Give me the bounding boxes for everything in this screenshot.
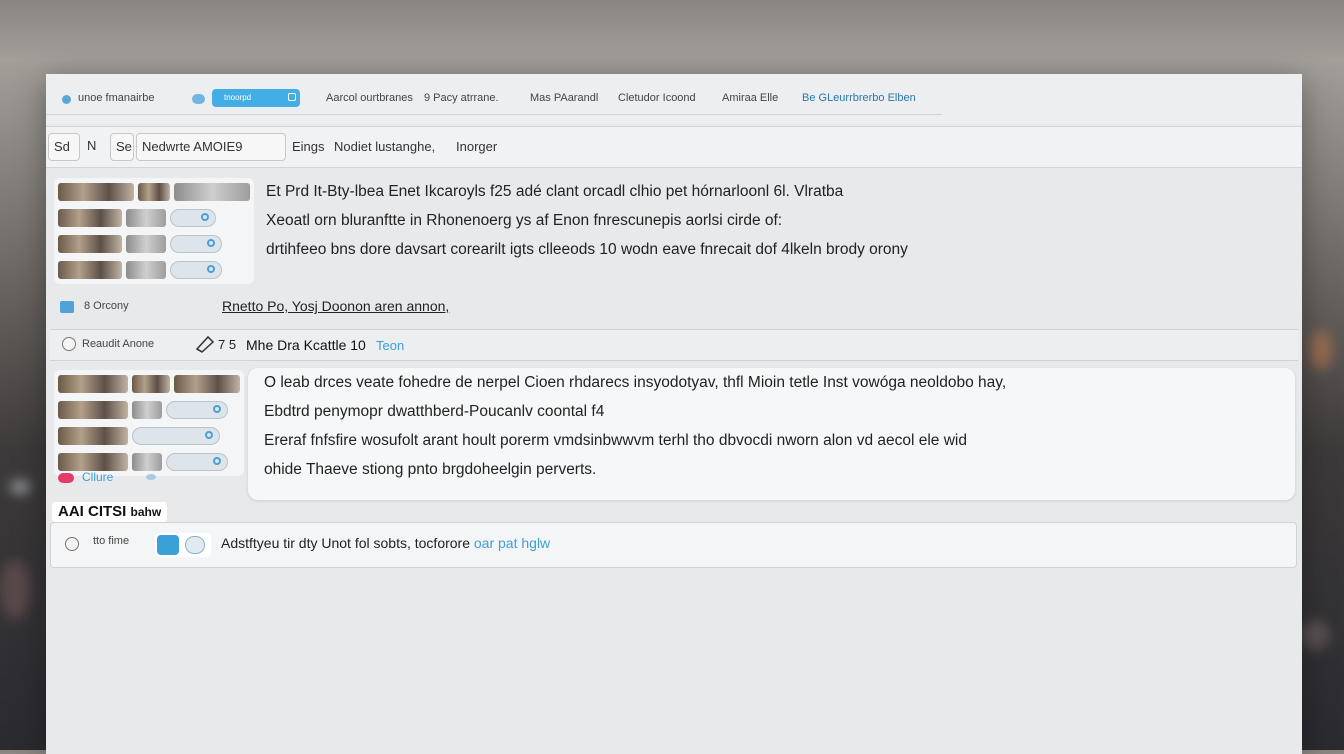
chat-icon[interactable]	[192, 94, 205, 104]
toolbar: Sd N Se Nedwrte AMOIE9 Eings Nodiet lust…	[46, 126, 1302, 168]
search-pill-label: tnoorpd	[224, 93, 252, 102]
option-chip[interactable]	[170, 261, 222, 279]
thumbnail[interactable]	[58, 401, 128, 419]
section-bar-link[interactable]: Teon	[376, 338, 404, 353]
toolbar-item-3[interactable]: Inorger	[456, 139, 497, 154]
app-status-icon	[62, 95, 71, 104]
section-bar-label: Reaudit Anone	[82, 338, 155, 350]
tab-4[interactable]: Cletudor Icoond	[618, 92, 696, 104]
section-1-label: 8 Orcony	[84, 300, 129, 312]
settings-icon[interactable]	[185, 536, 205, 554]
search-pill[interactable]: tnoorpd	[212, 89, 300, 107]
ai-panel-title: AAI CITSI	[58, 503, 127, 520]
message-body-1: Et Prd It-Bty-lbea Enet Ikcaroyls f25 ad…	[266, 177, 908, 264]
message-line: drtihfeeo bns dore davsart corearilt igt…	[266, 241, 908, 258]
thumbnail[interactable]	[132, 375, 170, 393]
toolbar-button-2[interactable]: N	[82, 133, 106, 161]
thumbnail[interactable]	[132, 453, 162, 471]
tab-3[interactable]: Mas PAarandl	[530, 92, 598, 104]
ai-panel-label: AAI CITSI bahw	[52, 502, 168, 522]
tab-2[interactable]: 9 Pacy atrrane.	[424, 92, 499, 104]
thumbnail-grid-1	[54, 178, 254, 284]
dropdown-icon[interactable]	[288, 93, 296, 101]
tab-6[interactable]: Be GLeurrbrerbo Elben	[802, 92, 916, 104]
thumbnail[interactable]	[174, 375, 240, 393]
app-label: unoe fmanairbe	[78, 92, 155, 104]
folder-icon	[60, 301, 74, 313]
thumbnail[interactable]	[58, 453, 128, 471]
app-window: unoe fmanairbe tnoorpd Aarcol ourtbranes…	[46, 74, 1302, 754]
thumbnail[interactable]	[126, 235, 166, 253]
ai-input-text[interactable]: Adstftyeu tir dty Unot fol sobts, tocfor…	[221, 535, 550, 551]
thumbnail[interactable]	[58, 209, 122, 227]
document-title-field[interactable]: Nedwrte AMOIE9	[136, 133, 286, 161]
section-bar-title: Mhe Dra Kcattle 10	[246, 337, 366, 353]
message-line: Xeoatl orn bluranftte in Rhonenoerg ys a…	[266, 212, 783, 229]
thumbnail[interactable]	[132, 401, 162, 419]
send-icon[interactable]	[157, 535, 179, 555]
message-card-2: O leab drces veate fohedre de nerpel Cio…	[248, 368, 1295, 500]
option-chip[interactable]	[170, 235, 222, 253]
ai-input-label: tto fime	[93, 535, 130, 547]
thumbnail[interactable]	[174, 183, 250, 201]
toolbar-button-3[interactable]: Se	[110, 133, 134, 161]
thumbnail-grid-2	[54, 370, 244, 476]
option-chip[interactable]	[132, 427, 220, 445]
thumbnail[interactable]	[58, 261, 122, 279]
tab-5[interactable]: Amiraa Elle	[722, 92, 778, 104]
thumbnail[interactable]	[126, 209, 166, 227]
user-icon	[62, 337, 76, 351]
thumbnail[interactable]	[58, 375, 128, 393]
more-icon[interactable]	[146, 474, 156, 480]
ai-input-link[interactable]: oar pat hglw	[474, 535, 550, 551]
message-line: ohide Thaeve stiong pnto brgdoheelgin pe…	[264, 461, 597, 478]
heart-icon	[58, 473, 74, 483]
thumbnail[interactable]	[58, 183, 134, 201]
message-body-2: O leab drces veate fohedre de nerpel Cio…	[264, 368, 1006, 484]
ai-panel-sublabel: bahw	[130, 505, 162, 519]
tab-1[interactable]: Aarcol ourtbranes	[326, 92, 413, 104]
toolbar-button-1[interactable]: Sd	[48, 133, 80, 161]
thumbnail[interactable]	[138, 183, 170, 201]
message-line: Ebdtrd penymopr dwatthberd-Poucanlv coon…	[264, 403, 605, 420]
option-chip[interactable]	[166, 401, 228, 419]
option-chip[interactable]	[166, 453, 228, 471]
option-chip[interactable]	[170, 209, 216, 227]
section-bar-count: 7 5	[218, 337, 237, 352]
section-1-link[interactable]: Rnetto Po, Yosj Doonon aren annon,	[222, 298, 449, 314]
thumbnail[interactable]	[58, 427, 128, 445]
section-2-label[interactable]: Cllure	[82, 470, 113, 484]
ai-input-bar[interactable]: tto fime Adstftyeu tir dty Unot fol sobt…	[50, 522, 1297, 568]
section-bar: Reaudit Anone 7 5 Mhe Dra Kcattle 10 Teo…	[50, 329, 1298, 361]
toolbar-item-1[interactable]: Eings	[292, 139, 325, 154]
message-line: O leab drces veate fohedre de nerpel Cio…	[264, 374, 1007, 391]
attach-icon[interactable]	[65, 537, 79, 551]
top-bar: unoe fmanairbe tnoorpd Aarcol ourtbranes…	[46, 74, 1302, 124]
tab-underline	[46, 114, 942, 115]
ai-input-value: Adstftyeu tir dty Unot fol sobts, tocfor…	[221, 535, 470, 551]
message-line: Et Prd It-Bty-lbea Enet Ikcaroyls f25 ad…	[266, 183, 844, 200]
edit-icon[interactable]	[194, 334, 216, 354]
thumbnail[interactable]	[58, 235, 122, 253]
ai-toggle[interactable]	[155, 533, 211, 557]
thumbnail[interactable]	[126, 261, 166, 279]
toolbar-item-2[interactable]: Nodiet lustanghe,	[334, 139, 435, 154]
message-line: Ereraf fnfsfire wosufolt arant hoult por…	[264, 432, 967, 449]
